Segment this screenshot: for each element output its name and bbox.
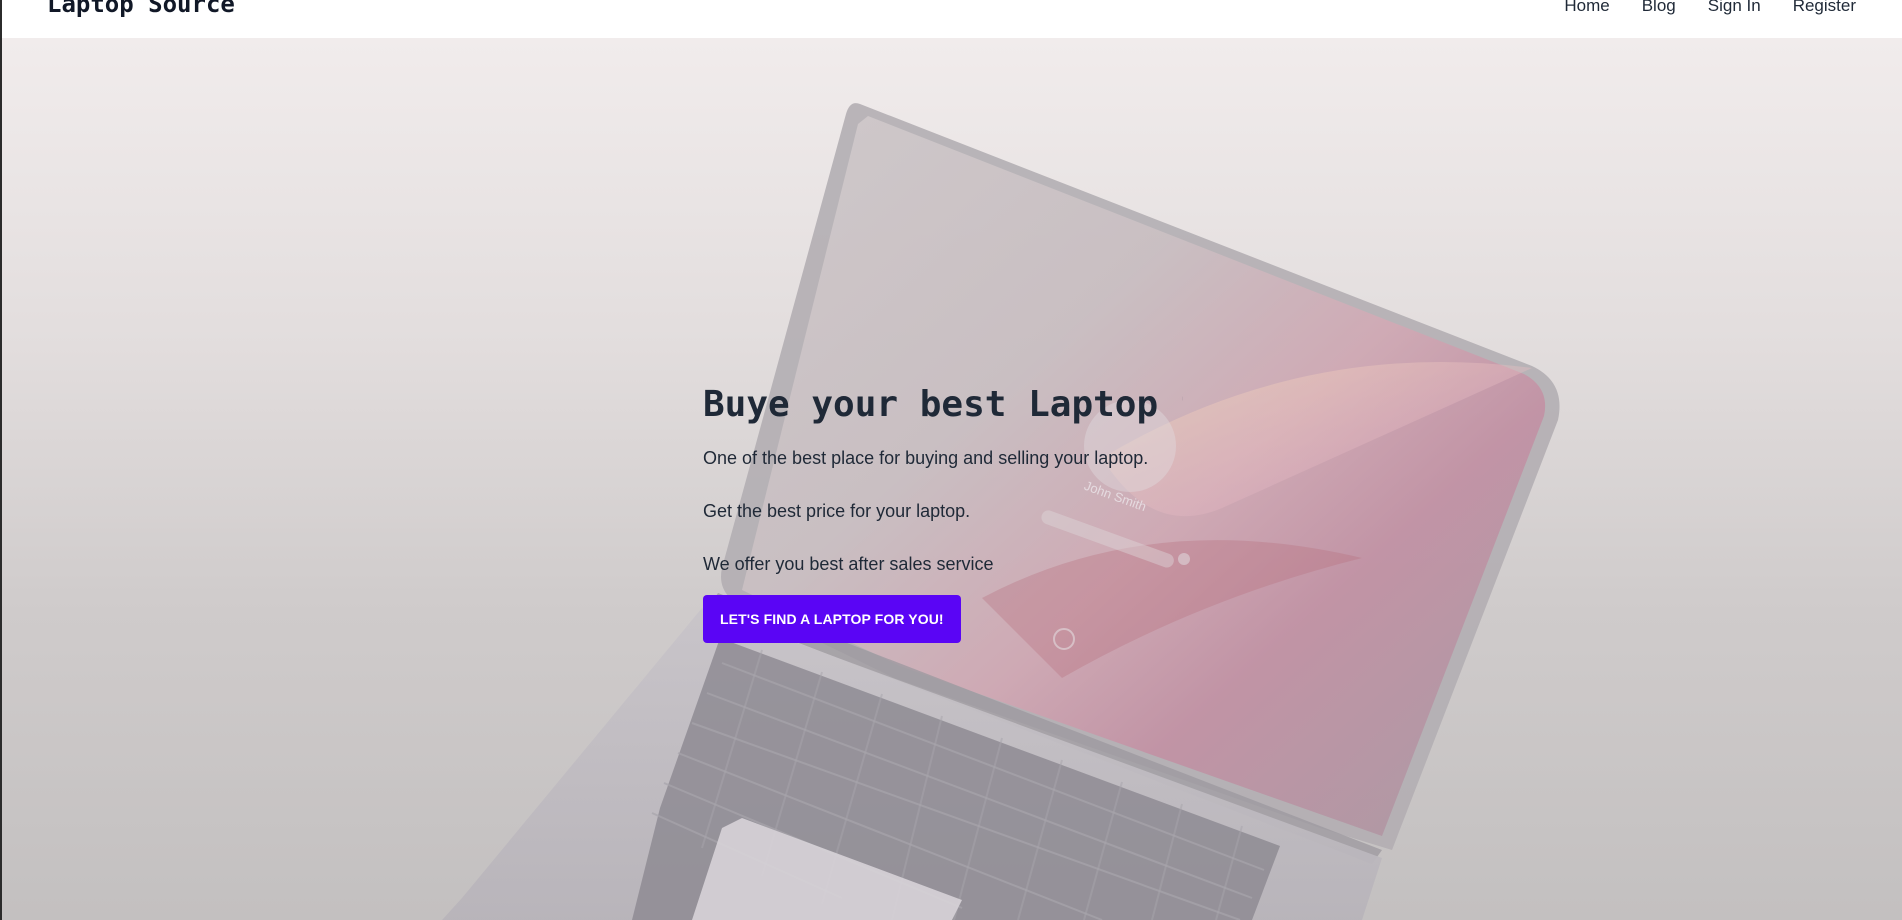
nav-link-home[interactable]: Home — [1564, 0, 1609, 16]
hero-section: John Smith Buye your best Laptop fr One … — [2, 38, 1902, 920]
nav-links: Home Blog Sign In Register — [1564, 0, 1856, 16]
brand-logo-link[interactable]: Laptop Source — [47, 0, 235, 18]
hero-description-line: We offer you best after sales service — [703, 554, 994, 575]
nav-link-sign-in[interactable]: Sign In — [1708, 0, 1761, 16]
navbar: Laptop Source Home Blog Sign In Register — [0, 0, 1902, 38]
hero-title: Buye your best Laptop fr — [703, 384, 1183, 425]
hero-content: Buye your best Laptop fr One of the best… — [703, 383, 1343, 644]
nav-link-blog[interactable]: Blog — [1642, 0, 1676, 16]
find-laptop-button[interactable]: LET'S FIND A LAPTOP FOR YOU! — [703, 595, 961, 644]
page: Laptop Source Home Blog Sign In Register — [0, 0, 1902, 920]
nav-link-register[interactable]: Register — [1793, 0, 1856, 16]
hero-description-line: Get the best price for your laptop. — [703, 501, 971, 522]
window-edge — [0, 0, 2, 920]
hero-description-line: One of the best place for buying and sel… — [703, 448, 1149, 469]
